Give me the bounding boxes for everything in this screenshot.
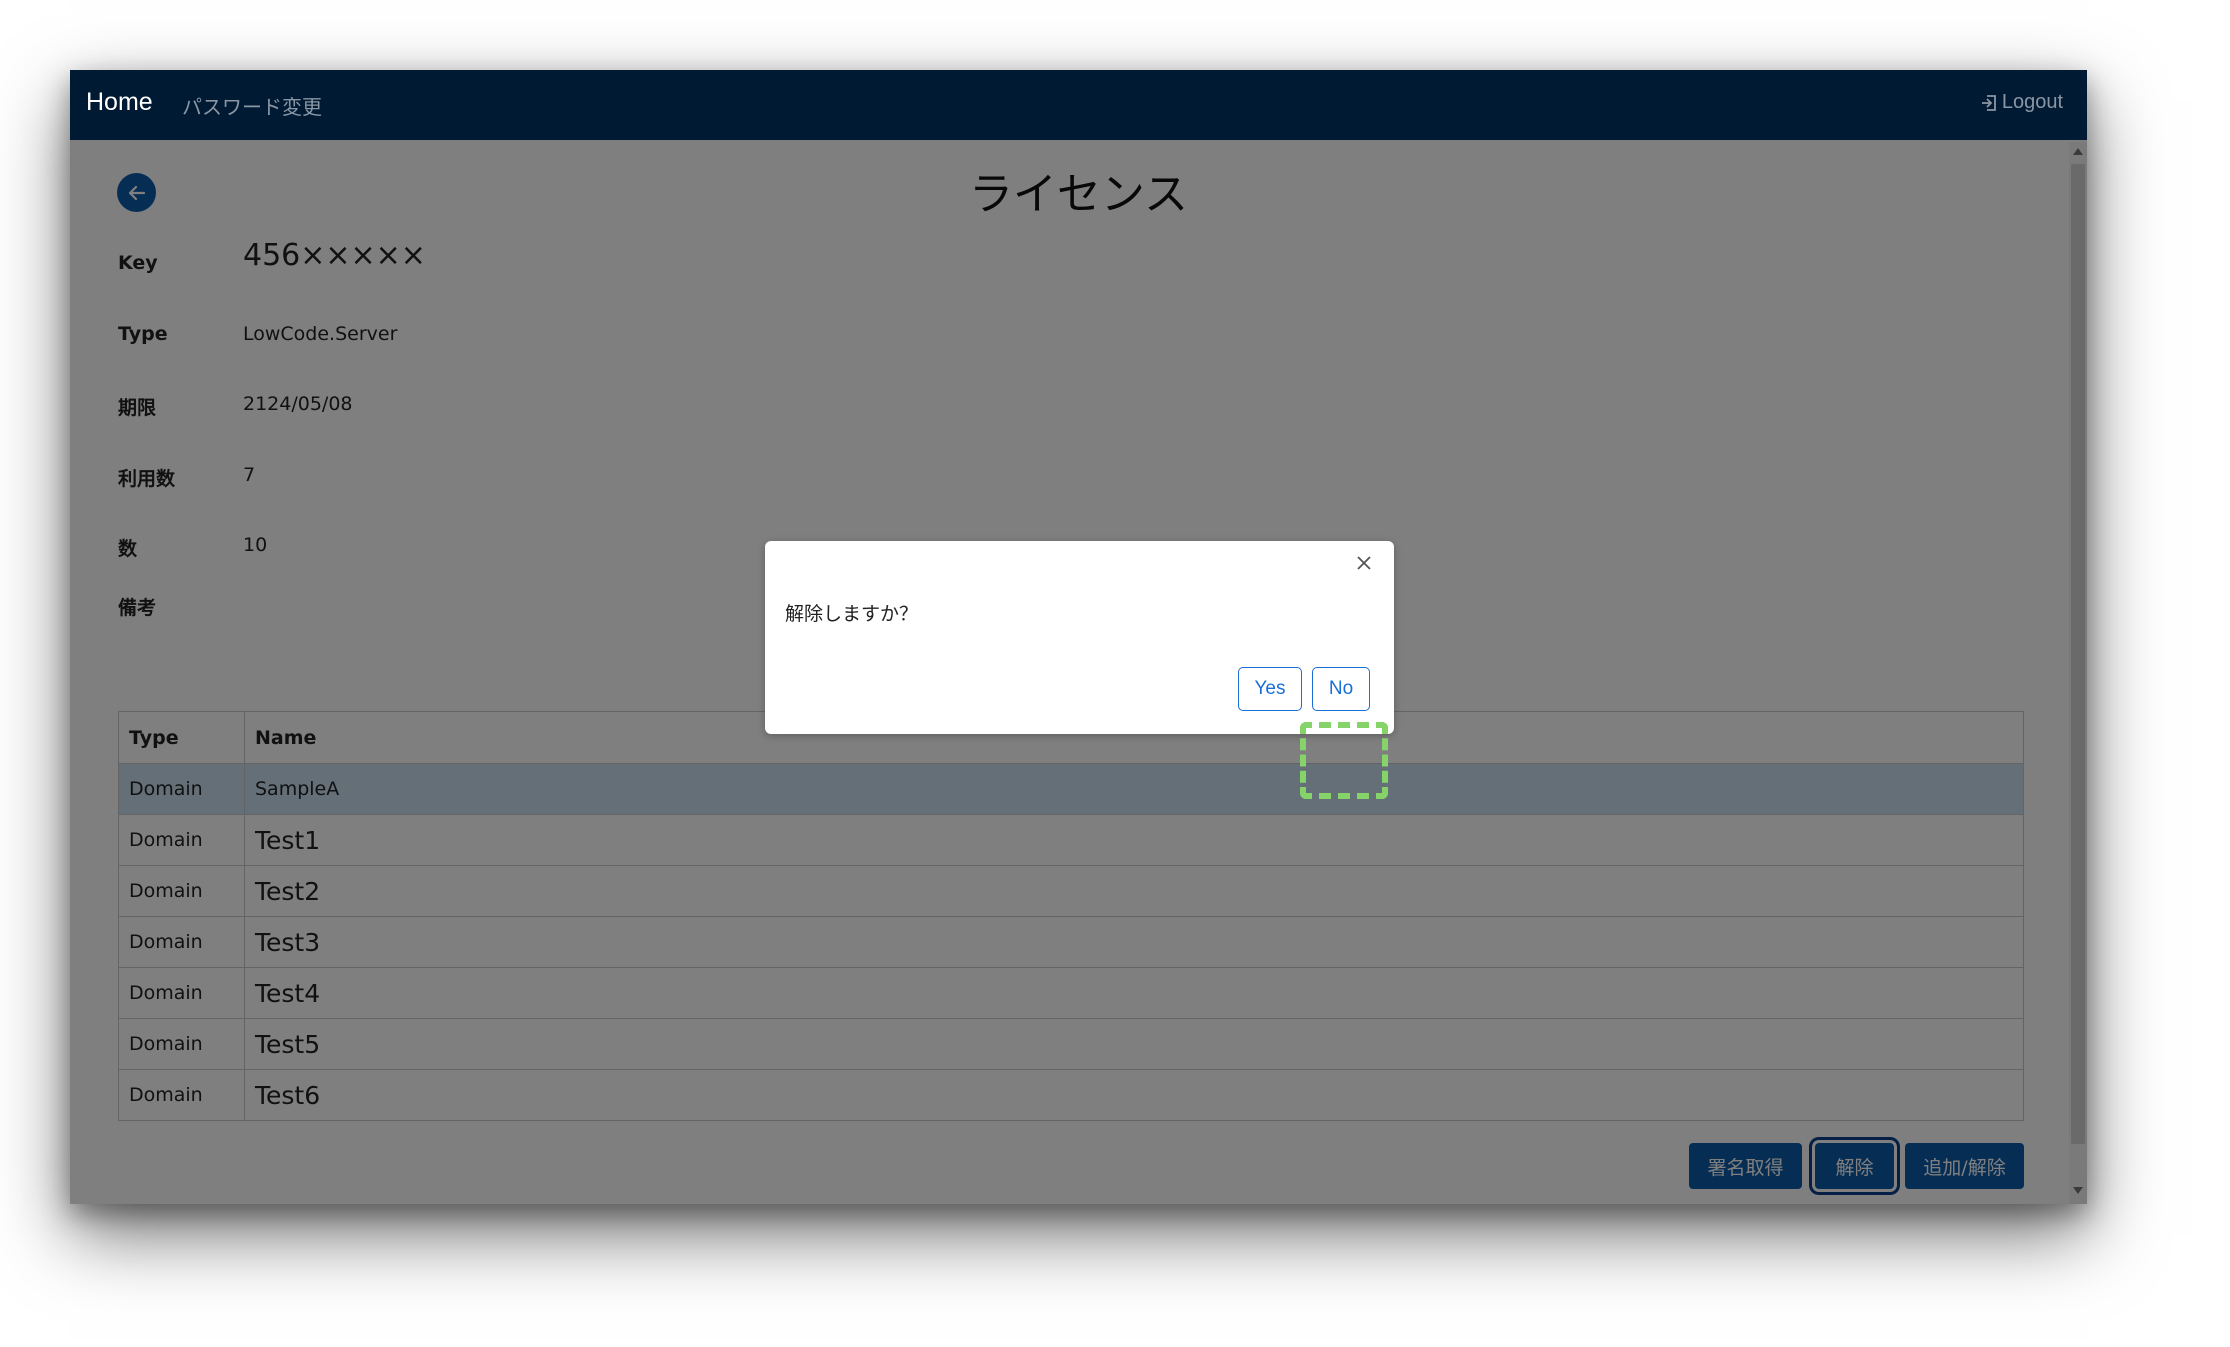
scrollbar[interactable] [2069,142,2087,1204]
no-button[interactable]: No [1312,667,1370,711]
close-icon [1357,556,1371,570]
nav-home-link[interactable]: Home [86,88,153,117]
logout-label: Logout [2001,91,2063,113]
nav-password-change-link[interactable]: パスワード変更 [182,91,322,120]
yes-button-highlight-marker [1300,722,1388,799]
confirm-dialog: 解除しますか？ Yes No [765,541,1394,734]
app-window: Home パスワード変更 Logout ライセンス Key 456××××× T… [70,70,2087,1204]
scroll-up-arrow-icon[interactable] [2073,148,2083,155]
nav-logout-link[interactable]: Logout [1980,91,2063,114]
logout-icon [1981,94,1996,111]
dialog-message: 解除しますか？ [785,603,919,625]
navbar: Home パスワード変更 Logout [70,70,2087,140]
yes-button[interactable]: Yes [1238,667,1302,711]
close-button[interactable] [1352,551,1376,575]
scroll-down-arrow-icon[interactable] [2073,1187,2083,1194]
scroll-thumb[interactable] [2071,164,2085,1144]
